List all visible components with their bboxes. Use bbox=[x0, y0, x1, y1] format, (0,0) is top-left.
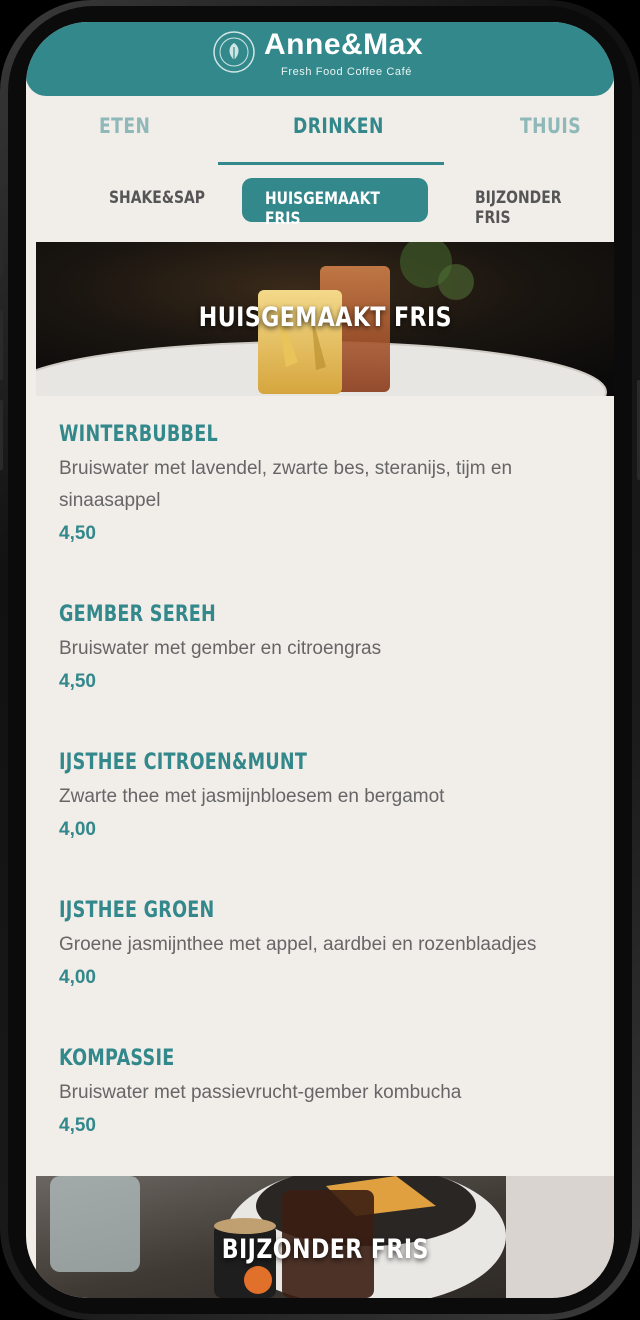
active-tab-indicator bbox=[218, 162, 444, 165]
item-name: IJSTHEE CITROEN&MUNT bbox=[59, 750, 308, 775]
menu-item[interactable]: IJSTHEE GROEN Groene jasmijnthee met app… bbox=[59, 898, 599, 989]
volume-up-button bbox=[0, 310, 3, 380]
mute-switch bbox=[0, 236, 3, 276]
subtab-huisgemaakt-fris[interactable]: HUISGEMAAKT FRIS bbox=[242, 178, 428, 229]
planeet-badge-icon bbox=[212, 30, 256, 74]
subtab-shake-sap[interactable]: SHAKE&SAP bbox=[109, 188, 205, 208]
item-name: WINTERBUBBEL bbox=[59, 422, 218, 447]
section-title: HUISGEMAAKT FRIS bbox=[198, 302, 452, 333]
item-name: IJSTHEE GROEN bbox=[59, 898, 215, 923]
app-header: Anne&Max Fresh Food Coffee Café bbox=[26, 22, 614, 96]
item-description: Bruiswater met lavendel, zwarte bes, ste… bbox=[59, 458, 513, 511]
item-description: Groene jasmijnthee met appel, aardbei en… bbox=[59, 934, 537, 955]
phone-frame: Anne&Max Fresh Food Coffee Café ETEN DRI… bbox=[0, 0, 640, 1320]
app-screen: Anne&Max Fresh Food Coffee Café ETEN DRI… bbox=[26, 22, 614, 1298]
subtab-huisgemaakt-fris-label: HUISGEMAAKT FRIS bbox=[265, 189, 380, 229]
item-price: 4,50 bbox=[59, 671, 96, 692]
item-price: 4,00 bbox=[59, 819, 96, 840]
item-price: 4,00 bbox=[59, 967, 96, 988]
item-name: GEMBER SEREH bbox=[59, 602, 216, 627]
item-name: KOMPASSIE bbox=[59, 1046, 175, 1071]
item-description: Zwarte thee met jasmijnbloesem en bergam… bbox=[59, 786, 445, 807]
brand-logo[interactable]: Anne&Max bbox=[264, 28, 423, 62]
tab-eten[interactable]: ETEN bbox=[99, 114, 150, 138]
subtab-bijzonder-fris[interactable]: BIJZONDER FRIS bbox=[475, 188, 589, 228]
menu-item[interactable]: IJSTHEE CITROEN&MUNT Zwarte thee met jas… bbox=[59, 750, 599, 841]
brand-tagline: Fresh Food Coffee Café bbox=[281, 66, 413, 78]
menu-item[interactable]: GEMBER SEREH Bruiswater met gember en ci… bbox=[59, 602, 599, 693]
tab-thuis[interactable]: THUIS bbox=[520, 114, 581, 138]
sub-tabs: SHAKE&SAP HUISGEMAAKT FRIS BIJZONDER FRI… bbox=[26, 172, 614, 232]
volume-down-button bbox=[0, 400, 3, 470]
tab-drinken[interactable]: DRINKEN bbox=[293, 114, 384, 138]
menu-item[interactable]: KOMPASSIE Bruiswater met passievrucht-ge… bbox=[59, 1046, 599, 1137]
item-price: 4,50 bbox=[59, 523, 96, 544]
item-description: Bruiswater met gember en citroengras bbox=[59, 638, 382, 659]
section-hero-bijzonder-fris: BIJZONDER FRIS bbox=[36, 1176, 614, 1298]
section-title: BIJZONDER FRIS bbox=[221, 1234, 429, 1265]
item-price: 4,50 bbox=[59, 1115, 96, 1136]
menu-item[interactable]: WINTERBUBBEL Bruiswater met lavendel, zw… bbox=[59, 422, 599, 545]
item-description: Bruiswater met passievrucht-gember kombu… bbox=[59, 1082, 462, 1103]
section-hero-huisgemaakt-fris: HUISGEMAAKT FRIS bbox=[36, 242, 614, 396]
main-tabs: ETEN DRINKEN THUIS bbox=[26, 106, 614, 166]
